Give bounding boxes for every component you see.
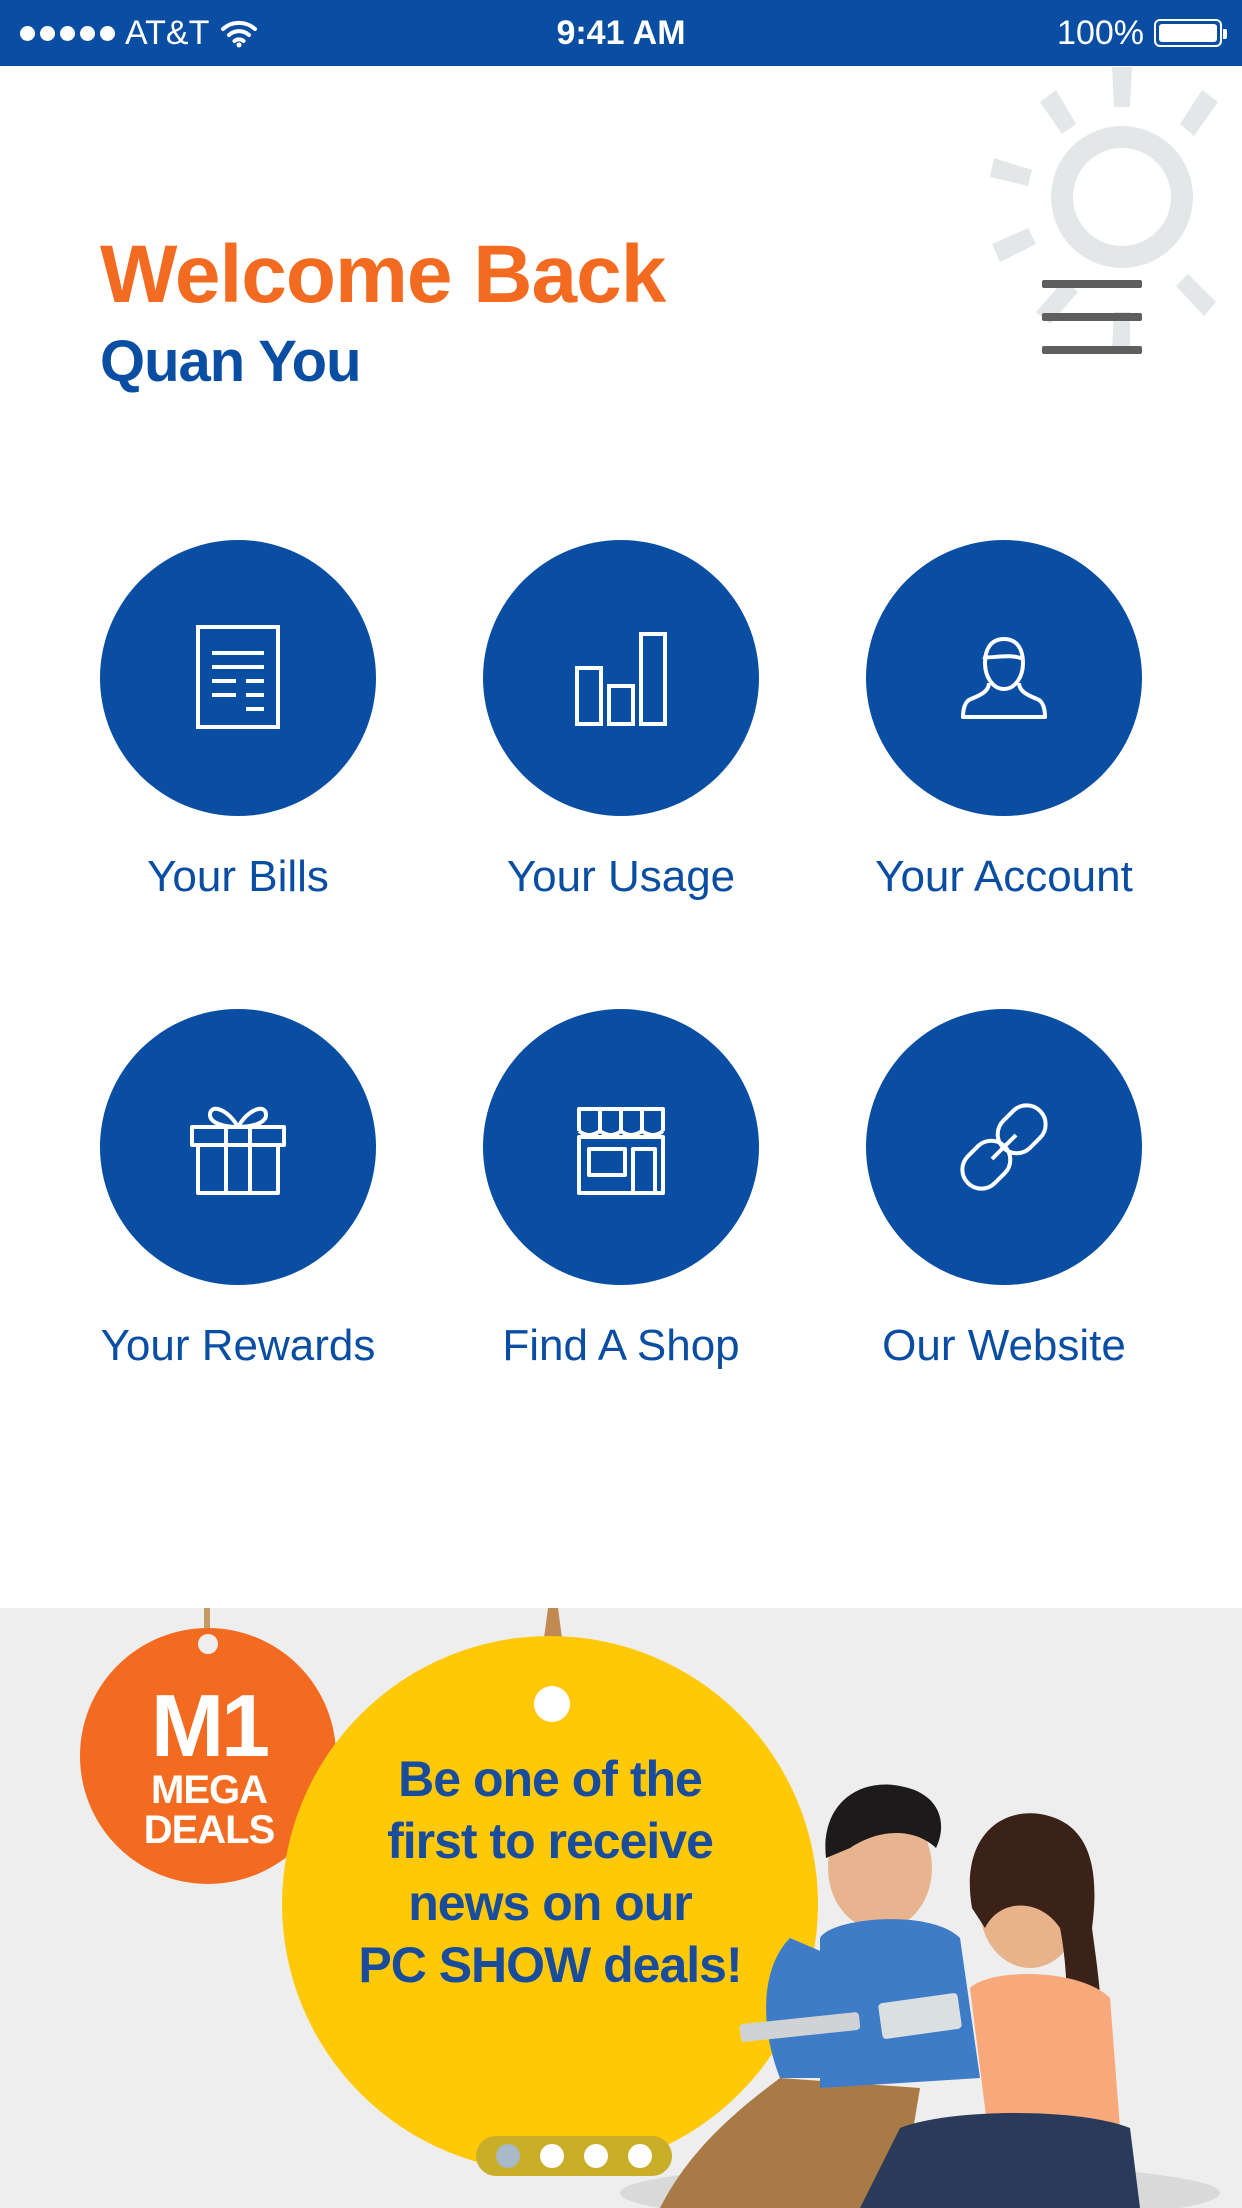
tile-label: Your Bills bbox=[147, 852, 329, 901]
promo-line-2: first to receive bbox=[387, 1813, 714, 1869]
tile-circle[interactable] bbox=[483, 540, 759, 816]
tile-label: Find A Shop bbox=[502, 1321, 740, 1370]
battery-percentage: 100% bbox=[1057, 13, 1144, 52]
carousel-dot-4[interactable] bbox=[628, 2144, 652, 2168]
shop-icon bbox=[577, 1107, 665, 1195]
link-icon bbox=[960, 1103, 1048, 1191]
tile-label: Your Rewards bbox=[100, 1321, 376, 1370]
tile-label: Your Usage bbox=[506, 852, 736, 901]
tile-label: Your Account bbox=[875, 852, 1133, 901]
status-right: 100% bbox=[1057, 13, 1227, 53]
user-icon bbox=[961, 637, 1047, 719]
promo-line-1: Be one of the bbox=[398, 1751, 703, 1807]
hamburger-menu-icon[interactable] bbox=[1042, 280, 1142, 354]
carousel-dot-1[interactable] bbox=[496, 2144, 520, 2168]
promo-line-4: PC SHOW deals! bbox=[358, 1937, 742, 1993]
tile-our-website[interactable]: Our Website bbox=[814, 1009, 1194, 1409]
bill-document-icon bbox=[196, 625, 280, 729]
battery-icon bbox=[1154, 19, 1227, 47]
tile-your-bills[interactable]: Your Bills bbox=[48, 540, 428, 940]
tile-find-a-shop[interactable]: Find A Shop bbox=[431, 1009, 811, 1409]
carousel-dot-2[interactable] bbox=[540, 2144, 564, 2168]
carrier-label: AT&T bbox=[125, 13, 210, 52]
carousel-dot-3[interactable] bbox=[584, 2144, 608, 2168]
promo-line-3: news on our bbox=[408, 1875, 692, 1931]
welcome-heading: Welcome Back bbox=[100, 229, 666, 320]
promo-headline: Be one of the first to receive news on o… bbox=[290, 1748, 810, 1996]
status-bar: AT&T 9:41 AM 100% bbox=[0, 0, 1242, 66]
wifi-icon bbox=[221, 20, 258, 48]
tile-circle[interactable] bbox=[483, 1009, 759, 1285]
carousel-pager[interactable] bbox=[476, 2136, 672, 2176]
tile-circle[interactable] bbox=[100, 540, 376, 816]
tile-label: Our Website bbox=[882, 1321, 1126, 1370]
signal-strength-icon bbox=[20, 25, 115, 41]
tile-your-account[interactable]: Your Account bbox=[814, 540, 1194, 940]
bar-chart-icon bbox=[575, 632, 667, 726]
tile-circle[interactable] bbox=[866, 540, 1142, 816]
tile-your-rewards[interactable]: Your Rewards bbox=[48, 1009, 428, 1409]
tile-circle[interactable] bbox=[100, 1009, 376, 1285]
status-left: AT&T bbox=[20, 14, 259, 53]
gift-icon bbox=[190, 1106, 286, 1195]
tile-your-usage[interactable]: Your Usage bbox=[431, 540, 811, 940]
tile-circle[interactable] bbox=[866, 1009, 1142, 1285]
user-name: Quan You bbox=[100, 329, 362, 394]
